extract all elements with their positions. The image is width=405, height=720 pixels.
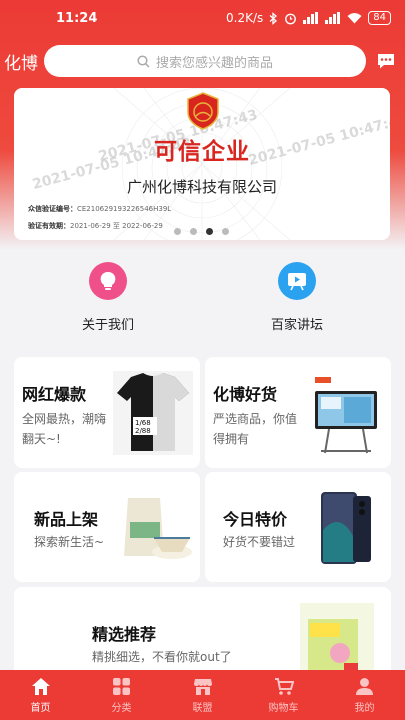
company-name: 广州化博科技有限公司 <box>126 178 277 196</box>
svg-text:2/88: 2/88 <box>135 427 151 435</box>
card-deal-title: 今日特价 <box>223 510 288 529</box>
carousel-dot[interactable] <box>174 228 181 235</box>
quick-nav: 关于我们 百家讲坛 <box>0 262 405 342</box>
card-good-subtitle-2: 得拥有 <box>213 432 250 446</box>
search-icon <box>137 54 150 68</box>
smartboard-product-image <box>315 377 377 454</box>
tab-profile[interactable]: 我的 <box>324 670 405 720</box>
carousel-dot[interactable] <box>190 228 197 235</box>
wifi-icon <box>347 13 362 24</box>
battery-indicator: 84 <box>368 11 391 25</box>
card-hot-subtitle-2: 翻天~! <box>22 432 61 446</box>
card-pick-subtitle: 精挑细选，不看你就out了 <box>92 650 232 664</box>
pet-food-product-image <box>300 603 374 679</box>
card-deal-subtitle: 好货不要错过 <box>223 535 296 549</box>
quick-nav-lecture-label: 百家讲坛 <box>270 318 323 333</box>
tshirt-product-image: 1/68 2/88 <box>113 371 193 455</box>
search-placeholder: 搜索您感兴趣的商品 <box>155 55 273 71</box>
svg-text:1/68: 1/68 <box>135 419 151 427</box>
card-new-subtitle: 探索新生活~ <box>34 535 105 549</box>
message-icon[interactable] <box>376 51 396 71</box>
card-good-subtitle-1: 严选商品，你值 <box>213 412 298 426</box>
status-time: 11:24 <box>56 10 98 26</box>
validity-value: 2021-06-29 至 2022-06-29 <box>70 222 163 230</box>
ebs-logo-icon <box>187 92 219 130</box>
signal-2-icon <box>325 12 341 24</box>
video-board-icon <box>278 262 316 300</box>
store-icon <box>193 678 212 695</box>
carousel-dot[interactable] <box>222 228 229 235</box>
bluetooth-icon <box>269 11 278 25</box>
card-good-title: 化博好货 <box>213 385 278 404</box>
card-new[interactable]: 新品上架 探索新生活~ <box>14 472 200 582</box>
tab-alliance[interactable]: 联盟 <box>162 670 243 720</box>
credential-banner[interactable]: 2021-07-05 10:47:43 2021-07-05 10:47:43 … <box>14 88 390 240</box>
tab-cart[interactable]: 购物车 <box>243 670 324 720</box>
quick-nav-about-label: 关于我们 <box>81 318 134 333</box>
home-icon <box>31 677 50 695</box>
cat-litter-product-image <box>124 498 192 559</box>
status-bar: 11:24 0.2K/s 84 <box>0 0 405 36</box>
validity-label: 验证有效期： <box>28 222 70 230</box>
phone-product-image <box>321 492 371 564</box>
quick-nav-about[interactable]: 关于我们 <box>58 262 158 333</box>
brand-name: 化博 <box>4 53 38 74</box>
card-hot-subtitle-1: 全网最热，潮嗨 <box>22 412 107 426</box>
cart-icon <box>274 677 294 695</box>
bottom-tab-bar: 首页 分类 联盟 购物车 我的 <box>0 670 405 720</box>
card-new-title: 新品上架 <box>34 510 99 529</box>
user-icon <box>356 677 373 695</box>
verify-code-line: 众信验证编号：CE210629193226546H39L <box>28 204 171 214</box>
signal-icon <box>303 12 319 24</box>
tab-home[interactable]: 首页 <box>0 670 81 720</box>
credential-title: 可信企业 <box>154 139 250 165</box>
tab-cart-label: 购物车 <box>268 702 299 714</box>
verify-code-value: CE210629193226546H39L <box>77 205 172 213</box>
card-pick-title: 精选推荐 <box>92 625 157 644</box>
grid-icon <box>113 677 130 695</box>
quick-nav-lecture[interactable]: 百家讲坛 <box>247 262 347 333</box>
tab-category[interactable]: 分类 <box>81 670 162 720</box>
card-hot[interactable]: 网红爆款 全网最热，潮嗨 翻天~! 1/68 2/88 <box>14 357 200 468</box>
app-header: 化博 搜索您感兴趣的商品 <box>0 44 405 78</box>
carousel-indicator[interactable] <box>174 228 229 235</box>
validity-line: 验证有效期：2021-06-29 至 2022-06-29 <box>28 221 163 231</box>
tab-home-label: 首页 <box>30 702 51 714</box>
card-hot-title: 网红爆款 <box>22 385 87 404</box>
card-deal[interactable]: 今日特价 好货不要错过 <box>205 472 391 582</box>
card-good[interactable]: 化博好货 严选商品，你值 得拥有 <box>205 357 391 468</box>
search-input[interactable]: 搜索您感兴趣的商品 <box>44 45 366 77</box>
tab-profile-label: 我的 <box>354 702 375 714</box>
network-speed: 0.2K/s <box>226 11 264 25</box>
tab-category-label: 分类 <box>111 702 132 714</box>
verify-code-label: 众信验证编号： <box>28 205 77 213</box>
tab-alliance-label: 联盟 <box>192 702 213 714</box>
lightbulb-icon <box>89 262 127 300</box>
alarm-icon <box>285 13 297 24</box>
carousel-dot-active[interactable] <box>206 228 213 235</box>
